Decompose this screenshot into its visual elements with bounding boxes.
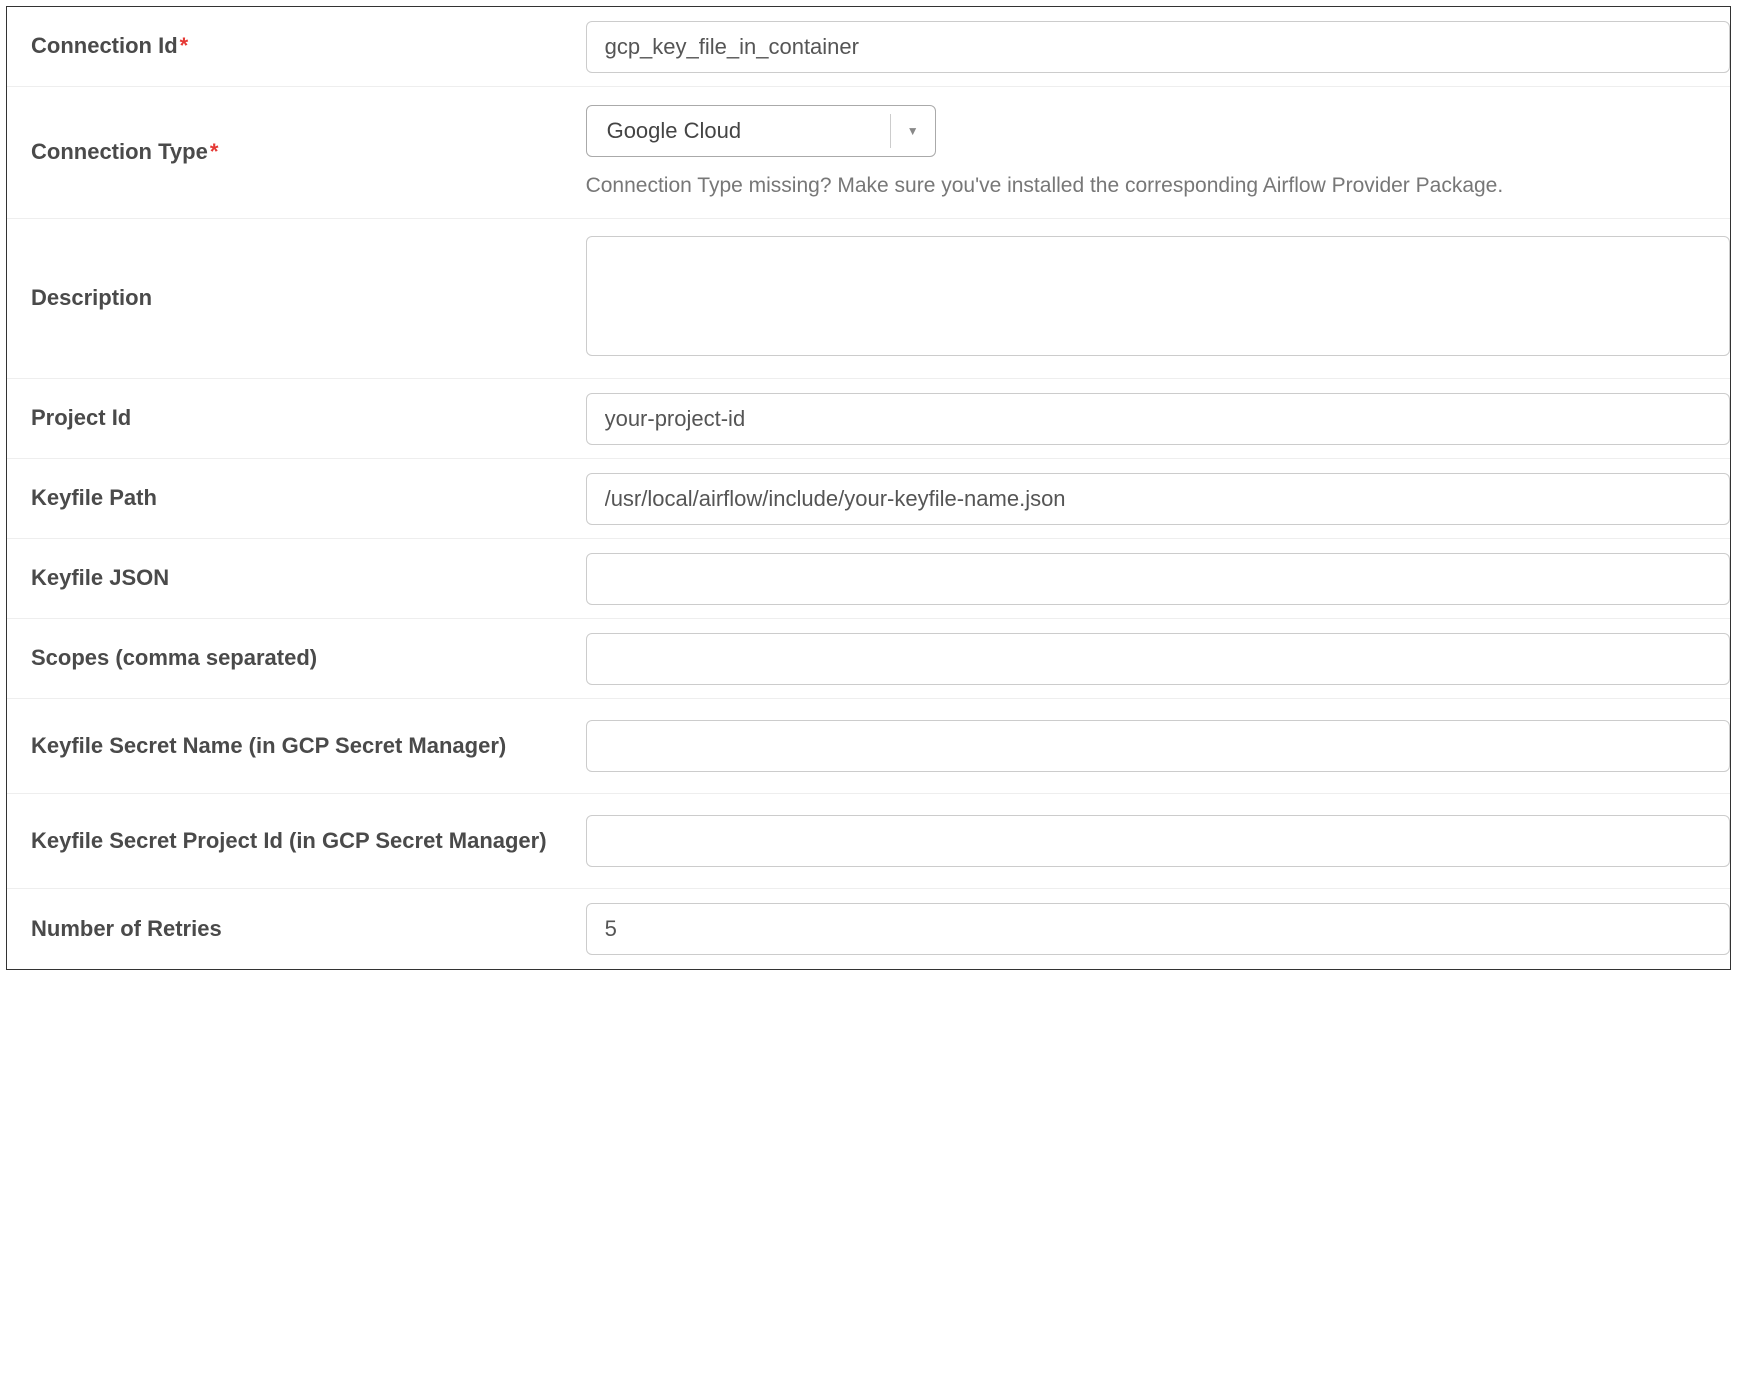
keyfile-secret-project-id-input[interactable] — [586, 815, 1730, 867]
label-scopes: Scopes (comma separated) — [7, 623, 576, 694]
input-col-keyfile-secret-name — [576, 710, 1730, 782]
connection-type-select[interactable]: Google Cloud ▼ — [586, 105, 936, 157]
chevron-down-icon: ▼ — [907, 124, 919, 138]
label-connection-id: Connection Id* — [7, 11, 576, 82]
row-description: Description — [7, 219, 1730, 379]
input-col-connection-id — [576, 11, 1730, 83]
label-keyfile-json: Keyfile JSON — [7, 543, 576, 614]
connection-type-help: Connection Type missing? Make sure you'v… — [586, 171, 1730, 200]
row-keyfile-secret-name: Keyfile Secret Name (in GCP Secret Manag… — [7, 699, 1730, 794]
input-col-project-id — [576, 383, 1730, 455]
row-keyfile-path: Keyfile Path — [7, 459, 1730, 539]
label-connection-type: Connection Type* — [7, 117, 576, 188]
required-marker: * — [180, 33, 189, 58]
row-num-retries: Number of Retries — [7, 889, 1730, 969]
row-scopes: Scopes (comma separated) — [7, 619, 1730, 699]
label-text-connection-type: Connection Type — [31, 139, 208, 164]
project-id-input[interactable] — [586, 393, 1730, 445]
label-keyfile-secret-project-id: Keyfile Secret Project Id (in GCP Secret… — [7, 806, 576, 877]
keyfile-secret-name-input[interactable] — [586, 720, 1730, 772]
connection-id-input[interactable] — [586, 21, 1730, 73]
row-keyfile-secret-project-id: Keyfile Secret Project Id (in GCP Secret… — [7, 794, 1730, 889]
label-keyfile-path: Keyfile Path — [7, 463, 576, 534]
keyfile-path-input[interactable] — [586, 473, 1730, 525]
label-text-connection-id: Connection Id — [31, 33, 178, 58]
row-connection-type: Connection Type* Google Cloud ▼ Connecti… — [7, 87, 1730, 219]
row-connection-id: Connection Id* — [7, 7, 1730, 87]
label-description: Description — [7, 263, 576, 334]
input-col-keyfile-path — [576, 463, 1730, 535]
input-col-scopes — [576, 623, 1730, 695]
connection-form: Connection Id* Connection Type* Google C… — [6, 6, 1731, 970]
label-keyfile-secret-name: Keyfile Secret Name (in GCP Secret Manag… — [7, 711, 576, 782]
input-col-num-retries — [576, 893, 1730, 965]
connection-type-selected: Google Cloud — [607, 118, 742, 143]
input-col-connection-type: Google Cloud ▼ Connection Type missing? … — [576, 87, 1730, 218]
description-input[interactable] — [586, 236, 1730, 356]
label-num-retries: Number of Retries — [7, 894, 576, 965]
num-retries-input[interactable] — [586, 903, 1730, 955]
label-project-id: Project Id — [7, 383, 576, 454]
row-project-id: Project Id — [7, 379, 1730, 459]
input-col-keyfile-json — [576, 543, 1730, 615]
required-marker: * — [210, 139, 219, 164]
input-col-description — [576, 226, 1730, 371]
scopes-input[interactable] — [586, 633, 1730, 685]
connection-type-select-wrapper: Google Cloud ▼ — [586, 105, 936, 157]
row-keyfile-json: Keyfile JSON — [7, 539, 1730, 619]
input-col-keyfile-secret-project-id — [576, 805, 1730, 877]
keyfile-json-input[interactable] — [586, 553, 1730, 605]
select-divider — [890, 114, 891, 148]
